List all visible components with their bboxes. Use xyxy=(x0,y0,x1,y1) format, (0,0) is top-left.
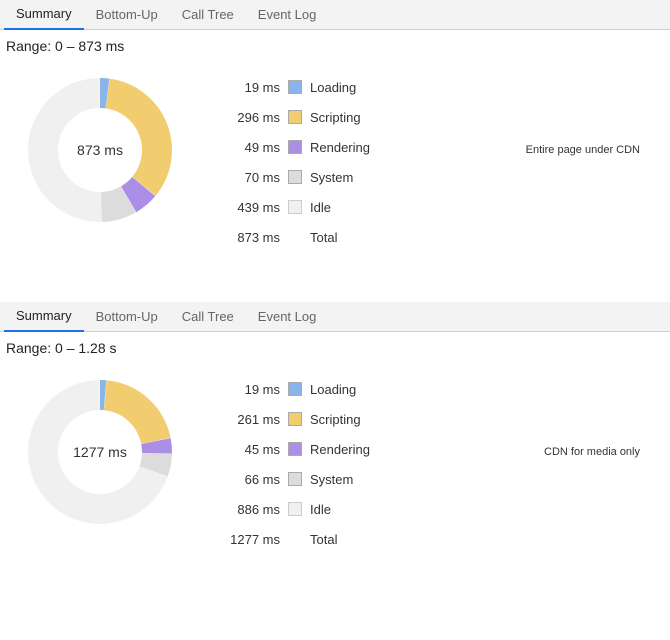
tab-call-tree[interactable]: Call Tree xyxy=(170,303,246,331)
swatch-rendering xyxy=(288,140,302,154)
legend-row-system: 66 ms System xyxy=(210,464,370,494)
summary-content: 1277 ms 19 ms Loading 261 ms Scripting 4… xyxy=(0,364,670,578)
donut-chart: 873 ms xyxy=(0,70,200,230)
legend-row-system: 70 ms System xyxy=(210,162,370,192)
swatch-scripting xyxy=(288,110,302,124)
legend-row-total: 1277 ms Total xyxy=(210,524,370,554)
swatch-idle xyxy=(288,502,302,516)
legend-row-idle: 439 ms Idle xyxy=(210,192,370,222)
tab-bottom-up[interactable]: Bottom-Up xyxy=(84,303,170,331)
swatch-total xyxy=(288,532,302,546)
swatch-system xyxy=(288,472,302,486)
swatch-rendering xyxy=(288,442,302,456)
legend-row-idle: 886 ms Idle xyxy=(210,494,370,524)
range-text: Range: 0 – 1.28 s xyxy=(0,332,670,364)
legend-row-loading: 19 ms Loading xyxy=(210,374,370,404)
legend-row-scripting: 296 ms Scripting xyxy=(210,102,370,132)
perf-panel-1: Summary Bottom-Up Call Tree Event Log Ra… xyxy=(0,302,670,578)
perf-panel-0: Summary Bottom-Up Call Tree Event Log Ra… xyxy=(0,0,670,276)
swatch-loading xyxy=(288,80,302,94)
panel-note: Entire page under CDN xyxy=(526,144,640,156)
tab-bottom-up[interactable]: Bottom-Up xyxy=(84,1,170,29)
tab-summary[interactable]: Summary xyxy=(4,0,84,30)
tab-event-log[interactable]: Event Log xyxy=(246,303,329,331)
donut-center-label: 1277 ms xyxy=(20,372,180,532)
tabs: Summary Bottom-Up Call Tree Event Log xyxy=(0,0,670,30)
tab-call-tree[interactable]: Call Tree xyxy=(170,1,246,29)
panel-note: CDN for media only xyxy=(544,446,640,458)
tab-summary[interactable]: Summary xyxy=(4,302,84,332)
swatch-system xyxy=(288,170,302,184)
legend-row-loading: 19 ms Loading xyxy=(210,72,370,102)
tab-event-log[interactable]: Event Log xyxy=(246,1,329,29)
legend: 19 ms Loading 296 ms Scripting 49 ms Ren… xyxy=(210,72,370,252)
swatch-scripting xyxy=(288,412,302,426)
legend-row-total: 873 ms Total xyxy=(210,222,370,252)
swatch-loading xyxy=(288,382,302,396)
legend-row-scripting: 261 ms Scripting xyxy=(210,404,370,434)
legend-row-rendering: 49 ms Rendering xyxy=(210,132,370,162)
donut-chart: 1277 ms xyxy=(0,372,200,532)
summary-content: 873 ms 19 ms Loading 296 ms Scripting 49… xyxy=(0,62,670,276)
legend: 19 ms Loading 261 ms Scripting 45 ms Ren… xyxy=(210,374,370,554)
range-text: Range: 0 – 873 ms xyxy=(0,30,670,62)
swatch-idle xyxy=(288,200,302,214)
legend-row-rendering: 45 ms Rendering xyxy=(210,434,370,464)
tabs: Summary Bottom-Up Call Tree Event Log xyxy=(0,302,670,332)
donut-center-label: 873 ms xyxy=(20,70,180,230)
swatch-total xyxy=(288,230,302,244)
